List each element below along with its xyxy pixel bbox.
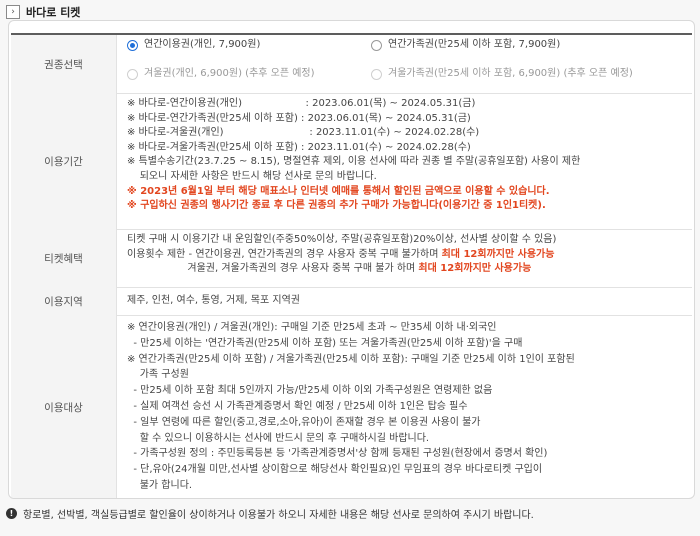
row-label-ticket: 권종선택 [11, 35, 117, 93]
period-line: ※ 바다로-겨울가족권(만25세 이하 포함) : 2023.11.01(수) … [127, 141, 471, 153]
row-ticket-select: 권종선택 연간이용권(개인, 7,900원) 연간가족권(만25세 이하 포함,… [11, 35, 692, 94]
target-line: 불가 합니다. [127, 479, 193, 491]
period-line: ※ 바다로-연간이용권(개인) : 2023.06.01(목) ~ 2024.0… [127, 98, 476, 109]
info-icon: ! [6, 507, 17, 519]
target-line: 가족 구성원 [127, 369, 189, 381]
option-label: 겨울권(개인, 6,900원) (추후 오픈 예정) [144, 68, 315, 79]
row-benefit: 티켓혜택 티켓 구매 시 이용기간 내 운임할인(주중50%이상, 주말(공휴일… [11, 229, 692, 288]
benefit-limit: 최대 12회까지만 사용가능 [441, 248, 555, 260]
row-target: 이용대상 ※ 연간이용권(개인) / 겨울권(개인): 구매일 기준 만25세 … [11, 315, 692, 498]
period-line: ※ 바다로-겨울권(개인) : 2023.11.01(수) ~ 2024.02.… [127, 127, 480, 139]
period-line: 되오니 자세한 사항은 반드시 해당 선사로 문의 바랍니다. [127, 170, 377, 182]
option-label: 겨울가족권(만25세 이하 포함, 6,900원) (추후 오픈 예정) [388, 68, 633, 79]
section-title: 바다로 티켓 [26, 6, 81, 19]
target-line: 할 수 있으니 이용하시는 선사에 반드시 문의 후 구매하시길 바랍니다. [127, 432, 430, 444]
row-region: 이용지역 제주, 인천, 여수, 통영, 거제, 목포 지역권 [11, 287, 692, 316]
radio-annual-personal[interactable] [127, 39, 138, 51]
region-text: 제주, 인천, 여수, 통영, 거제, 목포 지역권 [127, 294, 300, 306]
benefit-line: 이용횟수 제한 - 연간이용권, 연간가족권의 경우 사용자 중복 구매 불가하… [127, 248, 686, 263]
row-period: 이용기간 ※ 바다로-연간이용권(개인) : 2023.06.01(목) ~ 2… [11, 93, 692, 230]
period-notice: ※ 2023년 6월1일 부터 해당 매표소나 인터넷 예매를 통해서 할인된 … [127, 185, 550, 197]
target-line: - 가족구성원 정의 : 주민등록등본 등 '가족관계증명서'상 함께 등재된 … [127, 448, 548, 460]
target-line: ※ 연간이용권(개인) / 겨울권(개인): 구매일 기준 만25세 초과 ~ … [127, 322, 497, 333]
benefit-line: 티켓 구매 시 이용기간 내 운임할인(주중50%이상, 주말(공휴일포함)20… [127, 234, 557, 245]
period-content: ※ 바다로-연간이용권(개인) : 2023.06.01(목) ~ 2024.0… [127, 97, 686, 229]
target-line: - 단,유아(24개월 미만,선사별 상이함으로 해당선사 확인필요)인 무임표… [127, 464, 543, 476]
target-line: - 일부 연령에 따른 할인(중고,경로,소아,유아)이 존재할 경우 본 이용… [127, 416, 481, 428]
option-winter-family: 겨울가족권(만25세 이하 포함, 6,900원) (추후 오픈 예정) [371, 67, 633, 82]
benefit-text: 겨울권, 겨울가족권의 경우 사용자 중복 구매 불가 하며 [127, 263, 419, 275]
option-winter-personal: 겨울권(개인, 6,900원) (추후 오픈 예정) [127, 67, 315, 82]
benefit-line: 겨울권, 겨울가족권의 경우 사용자 중복 구매 불가 하며 최대 12회까지만… [127, 262, 686, 277]
radio-winter-personal [127, 68, 138, 80]
period-line: ※ 특별수송기간(23.7.25 ~ 8.15), 명절연휴 제외, 이용 선사… [127, 156, 581, 168]
period-notice: ※ 구입하신 권종의 행사기간 종료 후 다른 권종의 추가 구매가 가능합니다… [127, 200, 546, 212]
option-annual-family[interactable]: 연간가족권(만25세 이하 포함, 7,900원) [371, 38, 560, 53]
benefit-content: 티켓 구매 시 이용기간 내 운임할인(주중50%이상, 주말(공휴일포함)20… [127, 233, 686, 287]
target-line: - 만25세 이하 포함 최대 5인까지 가능/만25세 이하 이외 가족구성원… [127, 385, 493, 397]
ticket-info-panel: 권종선택 연간이용권(개인, 7,900원) 연간가족권(만25세 이하 포함,… [8, 20, 695, 499]
row-label-target: 이용대상 [11, 315, 117, 498]
region-content: 제주, 인천, 여수, 통영, 거제, 목포 지역권 [127, 287, 686, 315]
benefit-text: 이용횟수 제한 - 연간이용권, 연간가족권의 경우 사용자 중복 구매 불가하… [127, 248, 442, 260]
target-line: - 실제 여객선 승선 시 가족관계증명서 확인 예정 / 만25세 이하 1인… [127, 400, 468, 412]
radio-winter-family [371, 68, 382, 80]
ticket-info-table: 권종선택 연간이용권(개인, 7,900원) 연간가족권(만25세 이하 포함,… [11, 33, 692, 498]
footer-text: 항로별, 선박별, 객실등급별로 할인율이 상이하거나 이용불가 하오니 자세한… [23, 509, 534, 521]
radio-annual-family[interactable] [371, 39, 382, 51]
target-line: ※ 연간가족권(만25세 이하 포함) / 겨울가족권(만25세 이하 포함):… [127, 353, 575, 365]
target-content: ※ 연간이용권(개인) / 겨울권(개인): 구매일 기준 만25세 초과 ~ … [127, 320, 686, 498]
benefit-limit: 최대 12회까지만 사용가능 [418, 263, 532, 275]
period-line: ※ 바다로-연간가족권(만25세 이하 포함) : 2023.06.01(목) … [127, 112, 471, 124]
option-label: 연간이용권(개인, 7,900원) [144, 39, 261, 50]
option-annual-personal[interactable]: 연간이용권(개인, 7,900원) [127, 38, 260, 53]
option-label: 연간가족권(만25세 이하 포함, 7,900원) [388, 39, 561, 50]
footer-notice: ! 항로별, 선박별, 객실등급별로 할인율이 상이하거나 이용불가 하오니 자… [6, 505, 696, 521]
chevron-right-icon: › [6, 5, 20, 19]
row-label-period: 이용기간 [11, 93, 117, 229]
target-line: - 만25세 이하는 '연간가족권(만25세 이하 포함) 또는 겨울가족권(만… [127, 337, 523, 349]
row-label-region: 이용지역 [11, 287, 117, 315]
ticket-options: 연간이용권(개인, 7,900원) 연간가족권(만25세 이하 포함, 7,90… [127, 35, 686, 93]
row-label-benefit: 티켓혜택 [11, 229, 117, 287]
